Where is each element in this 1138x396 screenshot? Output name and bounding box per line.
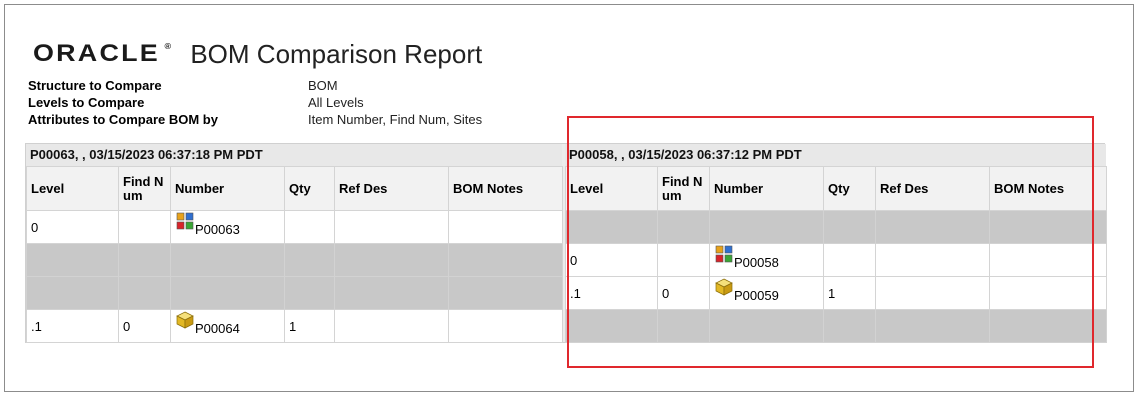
- part-icon: [714, 277, 734, 297]
- left-bom-table: Level Find N um Number Qty Ref Des BOM N…: [26, 166, 563, 343]
- table-row: 0 P00058: [565, 243, 1107, 277]
- find-num-cell: [657, 210, 710, 244]
- table-row: 0 P00063: [26, 210, 563, 244]
- item-number-link[interactable]: P00059: [734, 288, 779, 303]
- meta-label: Levels to Compare: [28, 95, 145, 110]
- meta-label: Structure to Compare: [28, 78, 162, 93]
- col-find-num: Find N um: [657, 166, 710, 211]
- number-cell: [170, 243, 285, 277]
- item-number-link[interactable]: P00063: [195, 222, 240, 237]
- bom-notes-cell: [989, 309, 1107, 343]
- find-num-cell: 0: [118, 309, 171, 343]
- ref-des-cell: [334, 309, 449, 343]
- bom-notes-cell: [989, 210, 1107, 244]
- col-bom-notes: BOM Notes: [989, 166, 1107, 211]
- col-find-num: Find N um: [118, 166, 171, 211]
- col-level: Level: [565, 166, 658, 211]
- col-qty: Qty: [823, 166, 876, 211]
- level-cell: [26, 276, 119, 310]
- registered-mark: ®: [164, 42, 172, 51]
- ref-des-cell: [875, 309, 990, 343]
- item-number-link[interactable]: P00058: [734, 255, 779, 270]
- part-icon: [175, 310, 195, 330]
- right-table-body: 0 P00058 .1 0 P00059 1: [565, 210, 1107, 343]
- col-qty: Qty: [284, 166, 335, 211]
- table-row: [26, 276, 563, 310]
- find-num-cell: [657, 243, 710, 277]
- qty-cell: [823, 309, 876, 343]
- table-row: .1 0 P00059 1: [565, 276, 1107, 310]
- page-title: BOM Comparison Report: [190, 38, 483, 69]
- number-cell: [709, 309, 824, 343]
- oracle-logo: ORACLE ®: [33, 40, 171, 68]
- table-header-row: Level Find N um Number Qty Ref Des BOM N…: [26, 166, 563, 211]
- comparison-area: P00063, , 03/15/2023 06:37:18 PM PDT Lev…: [25, 143, 1107, 343]
- qty-cell: [284, 243, 335, 277]
- assembly-icon: [714, 244, 734, 264]
- find-num-cell: [657, 309, 710, 343]
- number-cell: [170, 276, 285, 310]
- col-ref-des: Ref Des: [334, 166, 449, 211]
- table-row: [565, 210, 1107, 244]
- meta-value: Item Number, Find Num, Sites: [308, 112, 483, 127]
- qty-cell: [823, 210, 876, 244]
- table-header-row: Level Find N um Number Qty Ref Des BOM N…: [565, 166, 1107, 211]
- find-num-cell: [118, 210, 171, 244]
- qty-cell: 1: [823, 276, 876, 310]
- level-cell: [26, 243, 119, 277]
- find-num-cell: [118, 276, 171, 310]
- table-row: .1 0 P00064 1: [26, 309, 563, 343]
- col-ref-des: Ref Des: [875, 166, 990, 211]
- level-cell: .1: [26, 309, 119, 343]
- find-num-cell: [118, 243, 171, 277]
- level-cell: .1: [565, 276, 658, 310]
- number-cell: P00059: [709, 276, 824, 310]
- bom-notes-cell: [989, 243, 1107, 277]
- bom-notes-cell: [448, 243, 563, 277]
- table-row: [26, 243, 563, 277]
- number-cell: P00058: [709, 243, 824, 277]
- qty-cell: 1: [284, 309, 335, 343]
- ref-des-cell: [334, 276, 449, 310]
- right-bom-table: Level Find N um Number Qty Ref Des BOM N…: [565, 166, 1107, 343]
- qty-cell: [823, 243, 876, 277]
- left-panel-header: P00063, , 03/15/2023 06:37:18 PM PDT: [26, 144, 562, 166]
- meta-label: Attributes to Compare BOM by: [28, 112, 218, 127]
- table-row: [565, 309, 1107, 343]
- meta-value: BOM: [308, 78, 338, 93]
- number-cell: P00064: [170, 309, 285, 343]
- level-cell: 0: [26, 210, 119, 244]
- find-num-cell: 0: [657, 276, 710, 310]
- oracle-logo-text: ORACLE: [33, 40, 160, 67]
- report-header: ORACLE ® BOM Comparison Report: [33, 39, 482, 69]
- left-bom-panel: P00063, , 03/15/2023 06:37:18 PM PDT Lev…: [26, 144, 563, 343]
- qty-cell: [284, 276, 335, 310]
- col-level: Level: [26, 166, 119, 211]
- bom-notes-cell: [448, 210, 563, 244]
- ref-des-cell: [334, 243, 449, 277]
- qty-cell: [284, 210, 335, 244]
- assembly-icon: [175, 211, 195, 231]
- bom-notes-cell: [989, 276, 1107, 310]
- item-number-link[interactable]: P00064: [195, 321, 240, 336]
- left-table-body: 0 P00063.1 0 P00064 1: [26, 210, 563, 343]
- ref-des-cell: [875, 210, 990, 244]
- ref-des-cell: [875, 243, 990, 277]
- level-cell: [565, 309, 658, 343]
- right-panel-header: P00058, , 03/15/2023 06:37:12 PM PDT: [565, 144, 1106, 166]
- bom-notes-cell: [448, 309, 563, 343]
- level-cell: [565, 210, 658, 244]
- meta-value: All Levels: [308, 95, 364, 110]
- ref-des-cell: [875, 276, 990, 310]
- col-number: Number: [170, 166, 285, 211]
- level-cell: 0: [565, 243, 658, 277]
- number-cell: [709, 210, 824, 244]
- right-bom-panel: P00058, , 03/15/2023 06:37:12 PM PDT Lev…: [565, 144, 1107, 343]
- col-number: Number: [709, 166, 824, 211]
- number-cell: P00063: [170, 210, 285, 244]
- bom-notes-cell: [448, 276, 563, 310]
- col-bom-notes: BOM Notes: [448, 166, 563, 211]
- ref-des-cell: [334, 210, 449, 244]
